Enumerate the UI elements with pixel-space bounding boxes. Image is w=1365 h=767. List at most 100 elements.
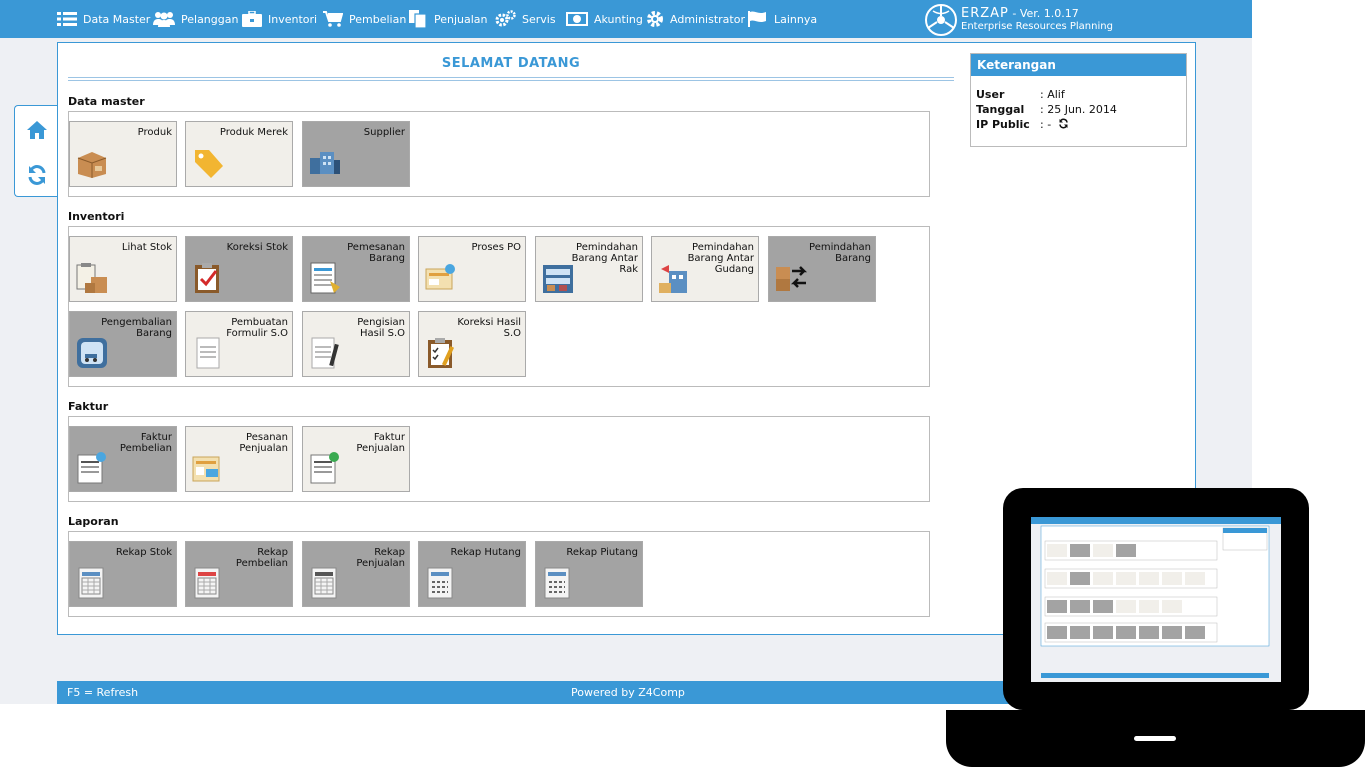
brand-logo-icon — [925, 4, 957, 36]
tile-koreksi-stok[interactable]: Koreksi Stok — [185, 236, 293, 302]
tile-produk-merek[interactable]: Produk Merek — [185, 121, 293, 187]
tile-label: Pesanan Penjualan — [239, 432, 288, 454]
refresh-icon[interactable] — [26, 164, 48, 186]
menu-data-master[interactable]: Data Master — [57, 0, 150, 38]
tile-pemindahan-antar-gudang[interactable]: Pemindahan Barang Antar Gudang — [651, 236, 759, 302]
info-panel: Keterangan User: Alif Tanggal: 25 Jun. 2… — [970, 53, 1187, 147]
tile-label: Rekap Pembelian — [235, 547, 288, 569]
tile-label: Pemindahan Barang Antar Rak — [571, 242, 638, 275]
tile-proses-po[interactable]: Proses PO — [418, 236, 526, 302]
fill-form-icon — [311, 337, 339, 369]
form-icon — [196, 337, 220, 369]
laptop-screen-preview — [1031, 517, 1281, 682]
section-laporan: Rekap Stok Rekap Pembelian Rekap Penjual… — [68, 531, 930, 617]
clipboard-check-icon — [428, 338, 455, 368]
tile-pengisian-hasil-so[interactable]: Pengisian Hasil S.O — [302, 311, 410, 377]
menu-penjualan[interactable]: Penjualan — [408, 0, 488, 38]
tile-label: Pemesanan Barang — [347, 242, 405, 264]
menu-servis[interactable]: Servis — [494, 0, 556, 38]
menu-akunting[interactable]: Akunting — [566, 0, 643, 38]
info-date-row: Tanggal : 25 Jun. 2014 — [976, 103, 1117, 116]
tile-faktur-pembelian[interactable]: Faktur Pembelian — [69, 426, 177, 492]
briefcase-icon — [242, 11, 262, 27]
gear-icon — [647, 11, 663, 27]
tile-label: Rekap Piutang — [566, 547, 638, 558]
menu-pelanggan[interactable]: Pelanggan — [153, 0, 238, 38]
brand: ERZAP - Ver. 1.0.17 Enterprise Resources… — [925, 3, 1113, 37]
section-title-faktur: Faktur — [68, 400, 109, 413]
tile-label: Produk Merek — [219, 127, 288, 138]
info-panel-title: Keterangan — [971, 54, 1186, 76]
laptop-illustration — [946, 488, 1365, 767]
tile-label: Lihat Stok — [121, 242, 172, 253]
cart-icon — [323, 11, 343, 27]
brand-subtitle: Enterprise Resources Planning — [961, 21, 1113, 32]
info-date-value: : 25 Jun. 2014 — [1040, 103, 1117, 116]
money-icon — [566, 12, 588, 26]
tile-supplier[interactable]: Supplier — [302, 121, 410, 187]
tile-label: Koreksi Hasil S.O — [457, 317, 521, 339]
refresh-icon[interactable] — [1058, 118, 1069, 129]
clipboard-check-icon — [195, 263, 219, 293]
tile-label: Pengisian Hasil S.O — [357, 317, 405, 339]
users-icon — [153, 12, 175, 27]
tile-label: Pemindahan Barang — [809, 242, 871, 264]
app-miniature — [1031, 517, 1281, 678]
tile-rekap-stok[interactable]: Rekap Stok — [69, 541, 177, 607]
report-icon — [427, 567, 453, 599]
menu-inventori[interactable]: Inventori — [242, 0, 317, 38]
tile-label: Supplier — [363, 127, 405, 138]
brand-version: - Ver. 1.0.17 — [1012, 7, 1079, 20]
warehouse-icon — [659, 265, 687, 293]
transfer-icon — [776, 266, 808, 291]
menu-pembelian[interactable]: Pembelian — [323, 0, 406, 38]
menu-label: Pelanggan — [181, 12, 239, 26]
tag-icon — [195, 150, 223, 178]
page-title: SELAMAT DATANG — [441, 56, 581, 71]
tile-pemesanan-barang[interactable]: Pemesanan Barang — [302, 236, 410, 302]
tile-label: Faktur Penjualan — [356, 432, 405, 454]
tile-label: Produk — [137, 127, 172, 138]
invoice-icon — [77, 452, 106, 484]
menu-label: Servis — [522, 12, 556, 26]
menu-lainnya[interactable]: Lainnya — [748, 0, 817, 38]
tile-pemindahan-antar-rak[interactable]: Pemindahan Barang Antar Rak — [535, 236, 643, 302]
quick-sidebar — [14, 105, 58, 197]
tile-rekap-hutang[interactable]: Rekap Hutang — [418, 541, 526, 607]
menu-label: Akunting — [594, 12, 643, 26]
tile-label: Faktur Pembelian — [119, 432, 172, 454]
section-inventori: Lihat Stok Koreksi Stok Pemesanan Barang… — [68, 226, 930, 387]
info-date-label: Tanggal — [976, 103, 1025, 116]
info-ip-label: IP Public — [976, 118, 1030, 131]
tile-koreksi-hasil-so[interactable]: Koreksi Hasil S.O — [418, 311, 526, 377]
tile-produk[interactable]: Produk — [69, 121, 177, 187]
tile-rekap-pembelian[interactable]: Rekap Pembelian — [185, 541, 293, 607]
home-icon[interactable] — [26, 119, 48, 141]
brand-name: ERZAP — [961, 6, 1009, 21]
menu-label: Data Master — [83, 12, 151, 26]
info-ip-row: IP Public : - — [976, 118, 1069, 131]
tile-lihat-stok[interactable]: Lihat Stok — [69, 236, 177, 302]
tile-rekap-piutang[interactable]: Rekap Piutang — [535, 541, 643, 607]
tile-pengembalian-barang[interactable]: Pengembalian Barang — [69, 311, 177, 377]
menu-label: Lainnya — [774, 12, 818, 26]
section-title-laporan: Laporan — [68, 515, 119, 528]
report-icon — [544, 567, 570, 599]
invoice-icon — [310, 452, 339, 484]
order-icon — [310, 262, 340, 294]
menu-label: Penjualan — [434, 12, 488, 26]
return-icon — [77, 338, 107, 368]
menu-label: Inventori — [268, 12, 318, 26]
tile-rekap-penjualan[interactable]: Rekap Penjualan — [302, 541, 410, 607]
tile-pembuatan-formulir-so[interactable]: Pembuatan Formulir S.O — [185, 311, 293, 377]
tile-pesanan-penjualan[interactable]: Pesanan Penjualan — [185, 426, 293, 492]
tile-faktur-penjualan[interactable]: Faktur Penjualan — [302, 426, 410, 492]
tile-label: Rekap Hutang — [450, 547, 521, 558]
report-icon — [78, 567, 104, 599]
info-ip-value: : - — [1040, 118, 1052, 131]
tile-pemindahan-barang[interactable]: Pemindahan Barang — [768, 236, 876, 302]
section-faktur: Faktur Pembelian Pesanan Penjualan Faktu… — [68, 416, 930, 502]
sales-order-icon — [192, 456, 220, 482]
menu-administrator[interactable]: Administrator — [646, 0, 745, 38]
laptop-screen — [1003, 488, 1309, 710]
